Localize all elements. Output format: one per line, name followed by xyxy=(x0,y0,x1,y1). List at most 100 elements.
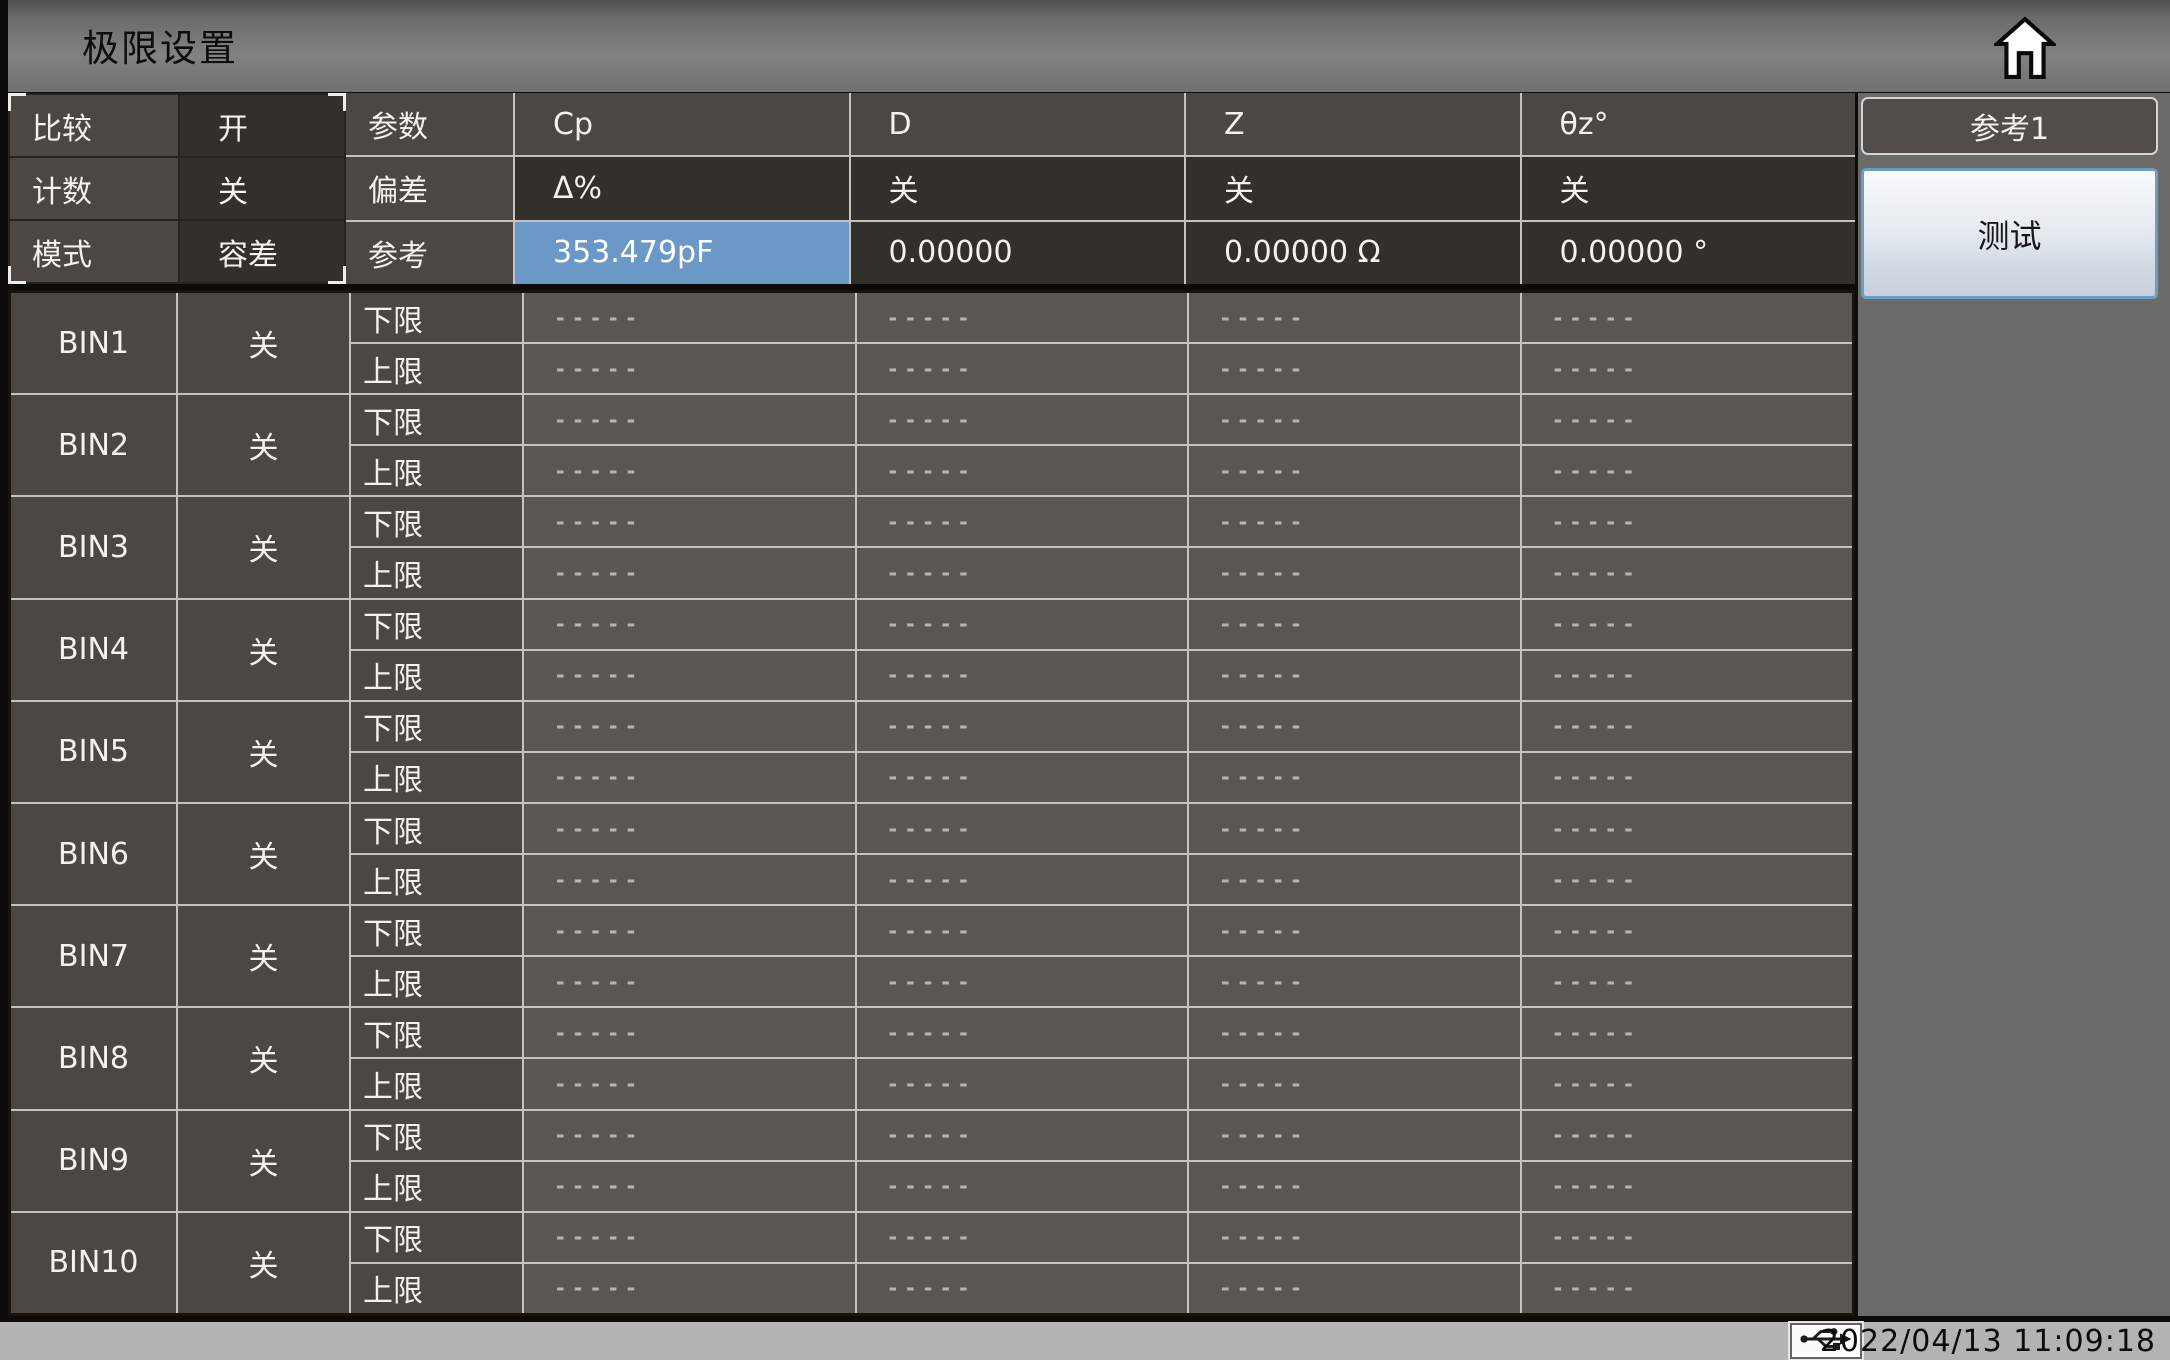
bin-BIN8-upper-value-0[interactable]: ----- xyxy=(524,1059,855,1109)
bin-BIN9-lower-value-3[interactable]: ----- xyxy=(1521,1110,1852,1160)
comparator-value-0[interactable]: 开 xyxy=(180,95,344,156)
bin-BIN10-lower-value-1[interactable]: ----- xyxy=(856,1212,1187,1262)
bin-BIN8-lower-value-2[interactable]: ----- xyxy=(1189,1008,1520,1058)
bin-BIN10-lower-value-0[interactable]: ----- xyxy=(524,1212,855,1262)
bin-BIN6-upper-value-0[interactable]: ----- xyxy=(524,855,855,905)
bin-state-BIN7[interactable]: 关 xyxy=(178,906,349,1007)
bin-state-BIN3[interactable]: 关 xyxy=(178,497,349,598)
bin-BIN5-lower-value-1[interactable]: ----- xyxy=(856,701,1187,751)
bin-BIN5-upper-value-2[interactable]: ----- xyxy=(1189,752,1520,802)
bin-state-BIN10[interactable]: 关 xyxy=(178,1212,349,1313)
bin-BIN2-lower-value-1[interactable]: ----- xyxy=(856,395,1187,445)
bin-BIN7-lower-value-0[interactable]: ----- xyxy=(524,906,855,956)
bin-BIN1-lower-value-1[interactable]: ----- xyxy=(856,293,1187,343)
bin-BIN5-upper-value-0[interactable]: ----- xyxy=(524,752,855,802)
bin-BIN7-upper-value-2[interactable]: ----- xyxy=(1189,957,1520,1007)
bin-BIN9-upper-value-0[interactable]: ----- xyxy=(524,1161,855,1211)
bin-BIN9-upper-value-3[interactable]: ----- xyxy=(1521,1161,1852,1211)
bin-BIN1-upper-value-1[interactable]: ----- xyxy=(856,344,1187,394)
bin-BIN6-upper-value-1[interactable]: ----- xyxy=(856,855,1187,905)
reference-cell-3[interactable]: 0.00000 ° xyxy=(1521,221,1855,284)
deviation-cell-1[interactable]: 关 xyxy=(850,157,1184,220)
bin-BIN8-lower-value-0[interactable]: ----- xyxy=(524,1008,855,1058)
bin-BIN1-upper-value-2[interactable]: ----- xyxy=(1189,344,1520,394)
bin-BIN3-upper-value-1[interactable]: ----- xyxy=(856,548,1187,598)
bin-BIN1-lower-value-3[interactable]: ----- xyxy=(1521,293,1852,343)
bin-BIN7-lower-value-2[interactable]: ----- xyxy=(1189,906,1520,956)
bin-BIN9-lower-value-1[interactable]: ----- xyxy=(856,1110,1187,1160)
bin-state-BIN8[interactable]: 关 xyxy=(178,1008,349,1109)
reference-cell-1[interactable]: 0.00000 xyxy=(850,221,1184,284)
comparator-value-2[interactable]: 容差 xyxy=(180,221,344,282)
param-cell-0[interactable]: Cp xyxy=(515,93,849,156)
bin-BIN5-lower-value-0[interactable]: ----- xyxy=(524,701,855,751)
test-button[interactable]: 测试 xyxy=(1861,168,2158,299)
bin-BIN10-upper-value-2[interactable]: ----- xyxy=(1189,1263,1520,1313)
bin-BIN6-lower-value-3[interactable]: ----- xyxy=(1521,803,1852,854)
bin-state-BIN5[interactable]: 关 xyxy=(178,701,349,802)
bin-BIN4-upper-value-1[interactable]: ----- xyxy=(856,650,1187,700)
param-cell-2[interactable]: Z xyxy=(1186,93,1520,156)
bin-BIN1-upper-value-0[interactable]: ----- xyxy=(524,344,855,394)
bin-BIN6-lower-value-2[interactable]: ----- xyxy=(1189,803,1520,854)
bin-BIN3-upper-value-3[interactable]: ----- xyxy=(1521,548,1852,598)
bin-BIN7-lower-value-1[interactable]: ----- xyxy=(856,906,1187,956)
bin-BIN2-upper-value-3[interactable]: ----- xyxy=(1521,446,1852,496)
bin-BIN2-upper-value-1[interactable]: ----- xyxy=(856,446,1187,496)
bin-BIN5-lower-value-3[interactable]: ----- xyxy=(1521,701,1852,751)
bin-BIN10-upper-value-3[interactable]: ----- xyxy=(1521,1263,1852,1313)
bin-BIN8-upper-value-1[interactable]: ----- xyxy=(856,1059,1187,1109)
bin-BIN7-upper-value-3[interactable]: ----- xyxy=(1521,957,1852,1007)
home-button[interactable] xyxy=(1988,12,2062,86)
bin-BIN5-upper-value-3[interactable]: ----- xyxy=(1521,752,1852,802)
bin-BIN8-upper-value-2[interactable]: ----- xyxy=(1189,1059,1520,1109)
bin-BIN4-lower-value-3[interactable]: ----- xyxy=(1521,599,1852,649)
bin-state-BIN6[interactable]: 关 xyxy=(178,803,349,905)
bin-BIN4-lower-value-1[interactable]: ----- xyxy=(856,599,1187,649)
bin-BIN4-lower-value-0[interactable]: ----- xyxy=(524,599,855,649)
bin-BIN10-upper-value-0[interactable]: ----- xyxy=(524,1263,855,1313)
comparator-value-1[interactable]: 关 xyxy=(180,158,344,219)
bin-BIN7-upper-value-1[interactable]: ----- xyxy=(856,957,1187,1007)
bin-BIN9-lower-value-2[interactable]: ----- xyxy=(1189,1110,1520,1160)
bin-state-BIN9[interactable]: 关 xyxy=(178,1110,349,1211)
bin-BIN3-lower-value-0[interactable]: ----- xyxy=(524,497,855,547)
deviation-cell-0[interactable]: Δ% xyxy=(515,157,849,220)
bin-BIN6-lower-value-0[interactable]: ----- xyxy=(524,803,855,854)
bin-BIN3-lower-value-2[interactable]: ----- xyxy=(1189,497,1520,547)
bin-BIN5-upper-value-1[interactable]: ----- xyxy=(856,752,1187,802)
reference-cell-2[interactable]: 0.00000 Ω xyxy=(1186,221,1520,284)
bin-BIN9-lower-value-0[interactable]: ----- xyxy=(524,1110,855,1160)
reference-1-button[interactable]: 参考1 xyxy=(1861,97,2158,155)
deviation-cell-3[interactable]: 关 xyxy=(1521,157,1855,220)
bin-BIN1-lower-value-0[interactable]: ----- xyxy=(524,293,855,343)
deviation-cell-2[interactable]: 关 xyxy=(1186,157,1520,220)
bin-BIN2-lower-value-3[interactable]: ----- xyxy=(1521,395,1852,445)
bin-BIN3-lower-value-3[interactable]: ----- xyxy=(1521,497,1852,547)
bin-BIN5-lower-value-2[interactable]: ----- xyxy=(1189,701,1520,751)
bin-BIN9-upper-value-2[interactable]: ----- xyxy=(1189,1161,1520,1211)
bin-BIN2-upper-value-0[interactable]: ----- xyxy=(524,446,855,496)
bin-BIN10-upper-value-1[interactable]: ----- xyxy=(856,1263,1187,1313)
bin-BIN3-upper-value-2[interactable]: ----- xyxy=(1189,548,1520,598)
bin-state-BIN1[interactable]: 关 xyxy=(178,293,349,394)
bin-BIN6-upper-value-2[interactable]: ----- xyxy=(1189,855,1520,905)
bin-BIN7-lower-value-3[interactable]: ----- xyxy=(1521,906,1852,956)
bin-BIN1-lower-value-2[interactable]: ----- xyxy=(1189,293,1520,343)
bin-BIN10-lower-value-3[interactable]: ----- xyxy=(1521,1212,1852,1262)
bin-BIN4-lower-value-2[interactable]: ----- xyxy=(1189,599,1520,649)
bin-BIN2-lower-value-0[interactable]: ----- xyxy=(524,395,855,445)
bin-BIN1-upper-value-3[interactable]: ----- xyxy=(1521,344,1852,394)
param-cell-3[interactable]: θz° xyxy=(1521,93,1855,156)
bin-BIN8-lower-value-3[interactable]: ----- xyxy=(1521,1008,1852,1058)
bin-BIN4-upper-value-3[interactable]: ----- xyxy=(1521,650,1852,700)
bin-BIN2-upper-value-2[interactable]: ----- xyxy=(1189,446,1520,496)
bin-BIN2-lower-value-2[interactable]: ----- xyxy=(1189,395,1520,445)
bin-BIN4-upper-value-0[interactable]: ----- xyxy=(524,650,855,700)
reference-cell-0[interactable]: 353.479pF xyxy=(515,221,849,284)
bin-BIN10-lower-value-2[interactable]: ----- xyxy=(1189,1212,1520,1262)
bin-BIN8-upper-value-3[interactable]: ----- xyxy=(1521,1059,1852,1109)
bin-BIN9-upper-value-1[interactable]: ----- xyxy=(856,1161,1187,1211)
bin-BIN6-lower-value-1[interactable]: ----- xyxy=(856,803,1187,854)
bin-state-BIN2[interactable]: 关 xyxy=(178,395,349,496)
